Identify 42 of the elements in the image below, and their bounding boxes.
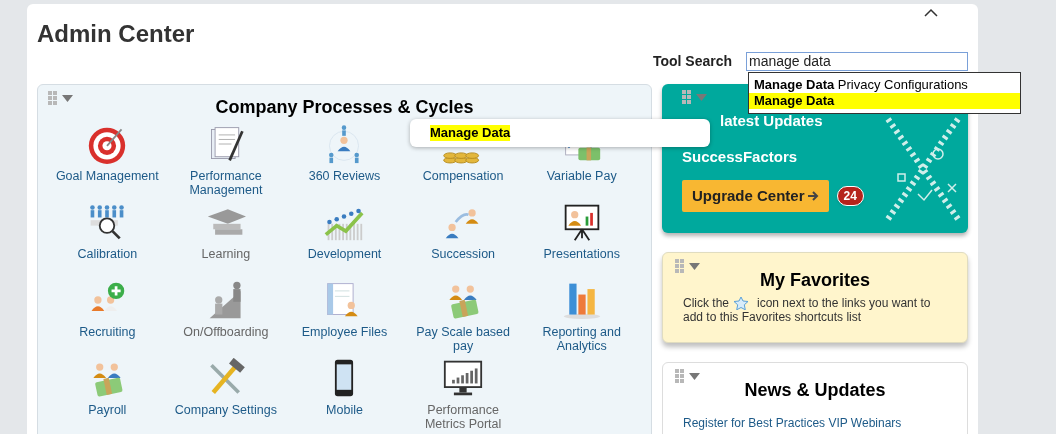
suggestion-item[interactable]: Manage Data Privacy Configurations xyxy=(749,77,1020,93)
drag-handle-icon[interactable] xyxy=(682,90,692,104)
process-link[interactable]: Performance Management xyxy=(170,169,281,197)
drag-handle-icon[interactable] xyxy=(675,369,685,383)
favorites-instruction: Click the xyxy=(683,296,729,310)
drag-handle-icon[interactable] xyxy=(675,259,685,273)
favorites-instruction: icon next to the links you want to xyxy=(757,296,931,310)
card-title: My Favorites xyxy=(759,269,870,292)
arrow-right-icon xyxy=(806,190,819,202)
brand-name: SuccessFactors xyxy=(682,148,799,166)
process-link[interactable]: Goal Management xyxy=(52,169,163,183)
tool-search-label: Tool Search xyxy=(652,52,732,71)
process-link[interactable]: Calibration xyxy=(52,247,163,261)
process-link[interactable]: Presentations xyxy=(526,247,637,261)
count-badge: 24 xyxy=(836,186,864,206)
process-link[interactable]: Recruiting xyxy=(52,325,163,339)
panel-title: Company Processes & Cycles xyxy=(215,96,474,118)
dropdown-triangle-icon[interactable] xyxy=(62,94,73,102)
process-link[interactable]: Succession xyxy=(408,247,519,261)
favorites-instruction: add to this Favorites shortcuts list xyxy=(683,310,862,324)
tool-search-field[interactable]: manage data xyxy=(746,52,968,71)
dropdown-triangle-icon[interactable] xyxy=(689,372,700,380)
updates-heading: latest Updates xyxy=(719,112,824,130)
suggestion-item[interactable]: Manage Data xyxy=(749,93,1020,109)
process-link[interactable]: Compensation xyxy=(408,169,519,183)
news-link[interactable]: Register for Best Practices VIP Webinars xyxy=(683,414,902,432)
process-link[interactable]: Company Settings xyxy=(170,403,281,417)
collapse-caret-icon[interactable] xyxy=(924,8,938,17)
drag-handle-icon[interactable] xyxy=(48,91,58,105)
process-link[interactable]: Pay Scale based pay xyxy=(408,325,519,353)
process-link[interactable]: Mobile xyxy=(289,403,400,417)
process-link[interactable]: Development xyxy=(289,247,400,261)
process-link[interactable]: 360 Reviews xyxy=(289,169,400,183)
process-link[interactable]: Employee Files xyxy=(289,325,400,339)
card-title: News & Updates xyxy=(744,379,886,402)
dropdown-triangle-icon[interactable] xyxy=(689,262,700,270)
star-icon xyxy=(733,296,749,310)
process-link[interactable]: Reporting and Analytics xyxy=(526,325,637,353)
process-link[interactable]: Payroll xyxy=(52,403,163,417)
page-title: Admin Center xyxy=(37,20,195,48)
upgrade-center-button[interactable]: Upgrade Center xyxy=(682,180,829,212)
process-link[interactable]: Variable Pay xyxy=(526,169,637,183)
